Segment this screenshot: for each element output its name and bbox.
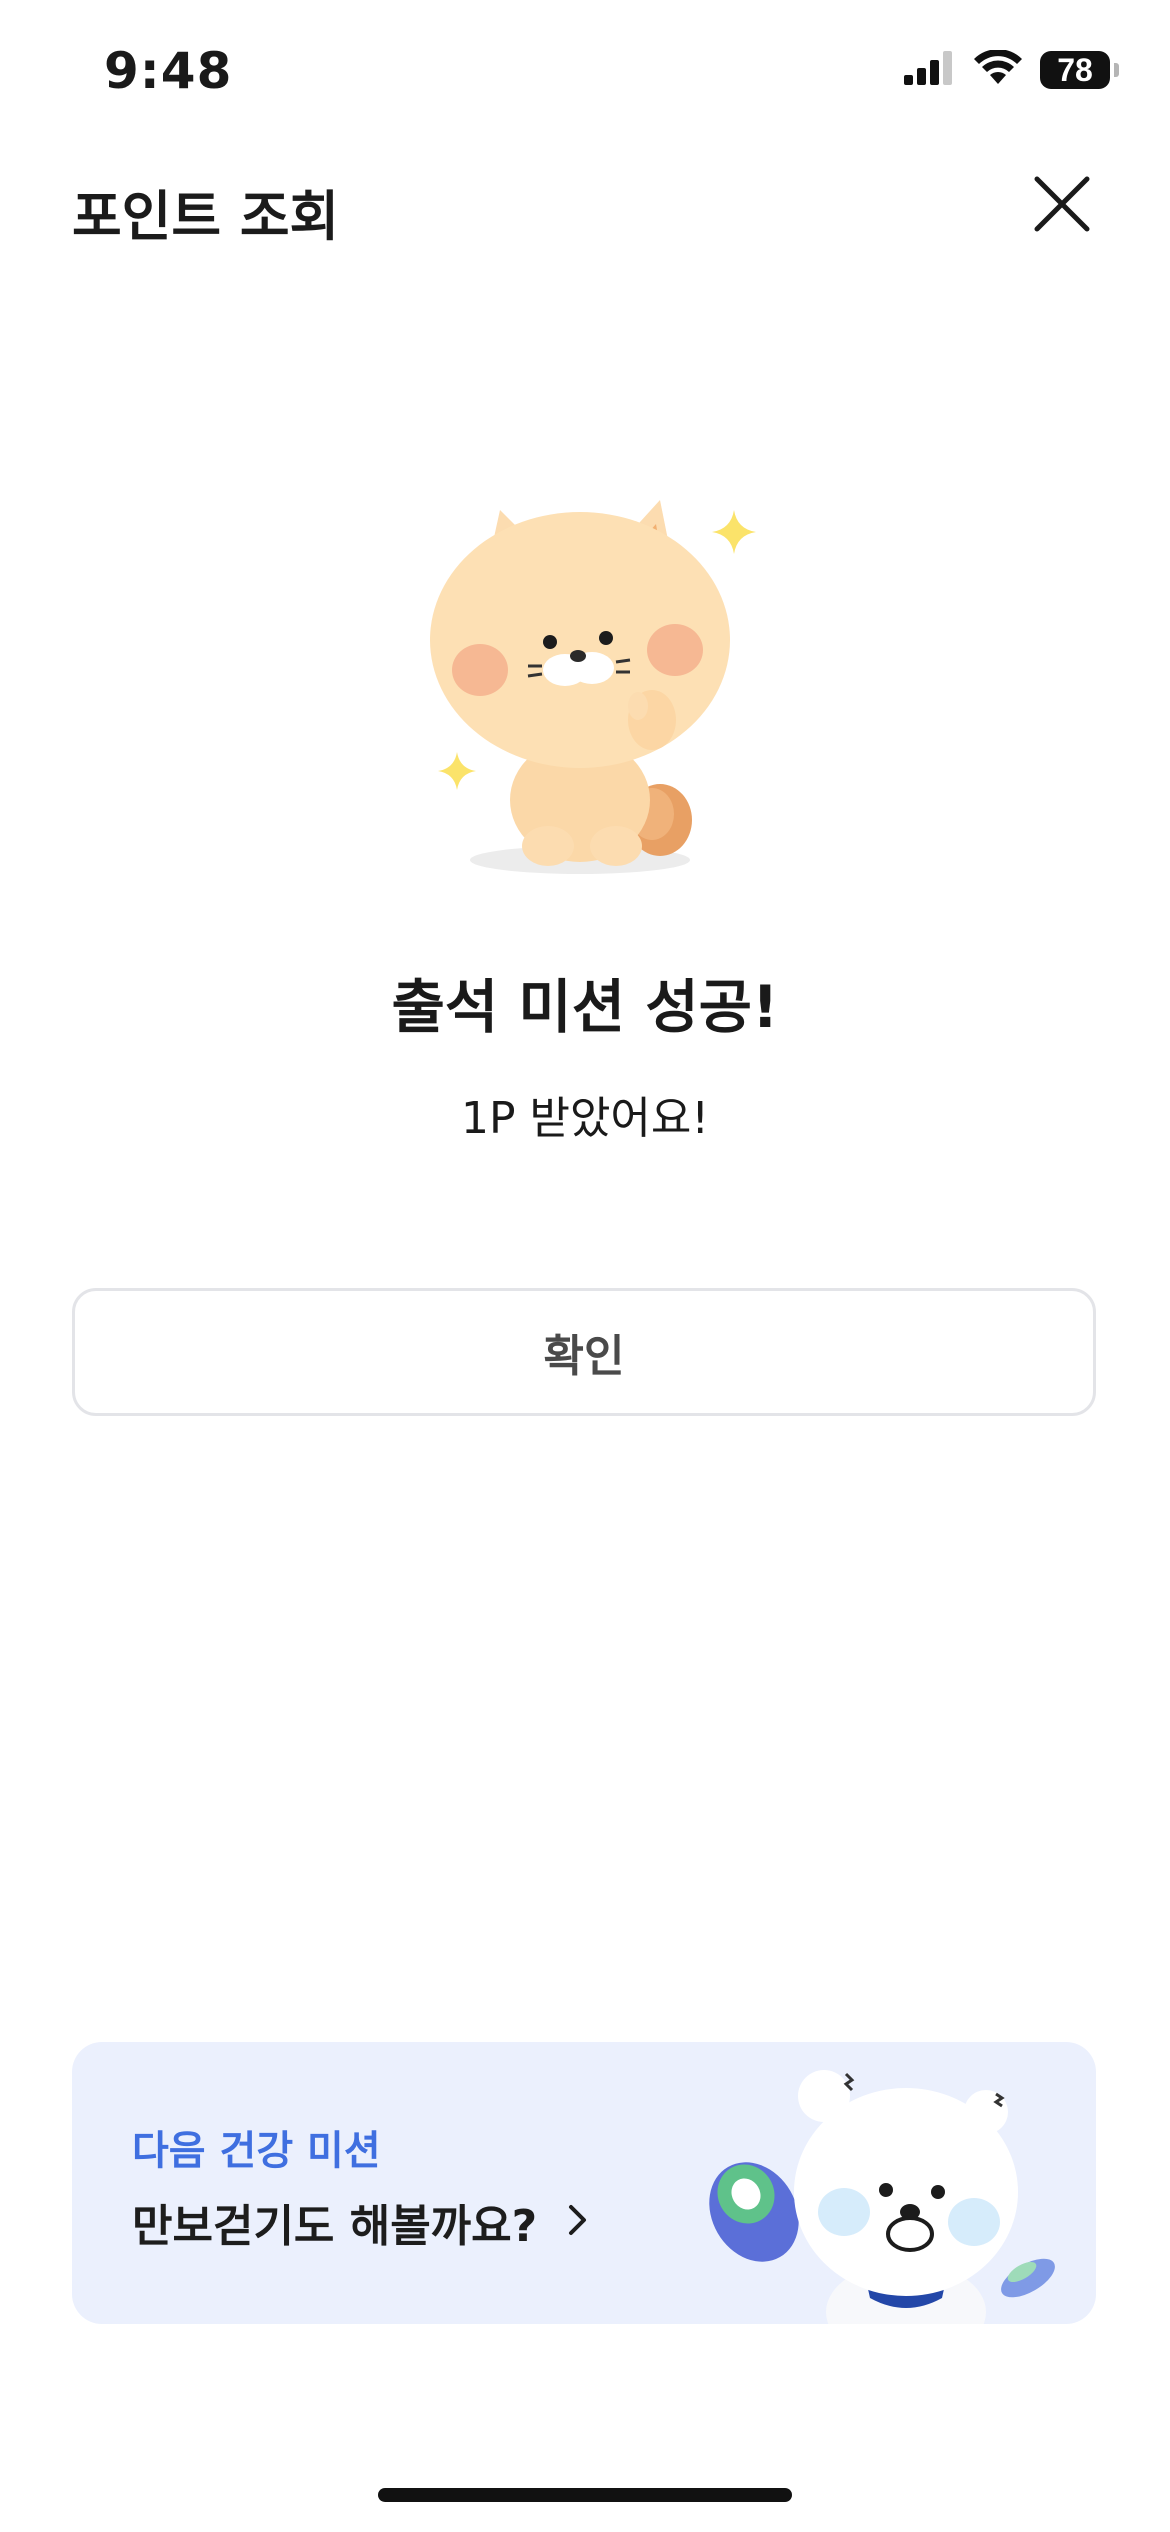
status-time: 9:48 — [104, 42, 233, 100]
next-mission-title-row: 만보걷기도 해볼까요? — [132, 2190, 589, 2254]
page-title: 포인트 조회 — [72, 185, 340, 248]
next-mission-banner[interactable]: 다음 건강 미션 만보걷기도 해볼까요? — [72, 2042, 1096, 2324]
bear-with-sneakers-illustration — [706, 2062, 1066, 2324]
battery-icon: 78 — [1040, 51, 1119, 89]
signal-icon — [904, 51, 956, 89]
wifi-icon — [974, 49, 1022, 90]
confirm-button[interactable]: 확인 — [72, 1288, 1096, 1416]
sparkle-icon — [712, 510, 756, 558]
chevron-right-icon — [567, 2203, 589, 2241]
close-icon — [1033, 175, 1091, 237]
next-mission-title: 만보걷기도 해볼까요? — [132, 2201, 538, 2252]
result-subline: 1P 받았어요! — [460, 1093, 710, 1144]
close-button[interactable] — [1026, 170, 1098, 242]
result-headline: 출석 미션 성공! — [391, 973, 779, 1041]
status-icons: 78 — [904, 49, 1119, 90]
home-indicator[interactable] — [378, 2488, 792, 2502]
cat-character-illustration — [420, 470, 760, 890]
status-bar: 9:48 78 — [0, 0, 1170, 150]
point-result-screen: 9:48 78 포인트 조회 출석 미션 성공! 1P 받았어요! 확인 다음 … — [0, 0, 1170, 2532]
sparkle-icon — [438, 752, 476, 794]
next-mission-label: 다음 건강 미션 — [132, 2128, 381, 2174]
